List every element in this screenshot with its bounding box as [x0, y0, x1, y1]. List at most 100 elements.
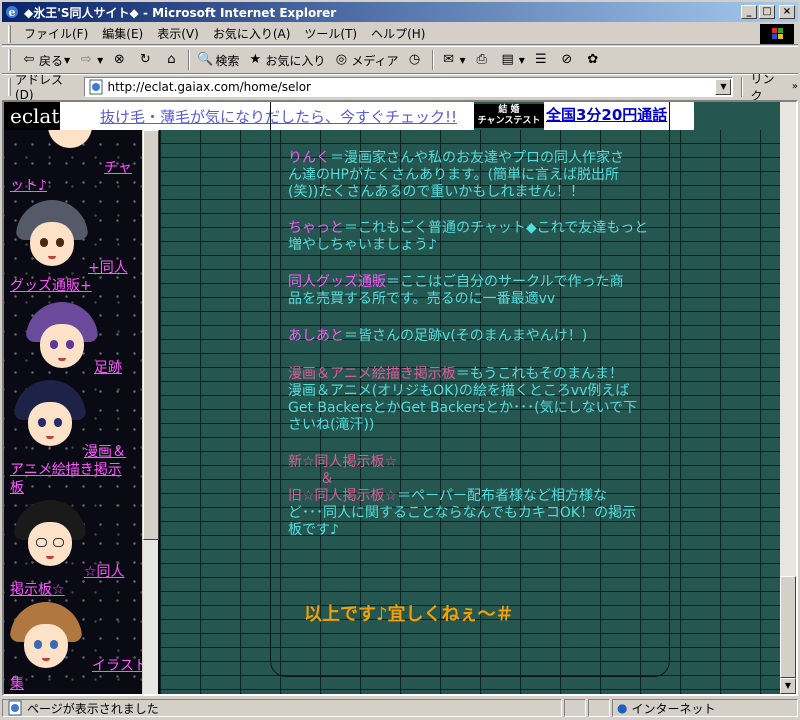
- back-label: 戻る: [39, 53, 64, 68]
- address-dropdown-icon[interactable]: ▼: [715, 78, 732, 95]
- status-secure-pane: [588, 699, 610, 717]
- home-icon: ⌂: [167, 52, 176, 67]
- term-chat[interactable]: ちゃっと: [288, 220, 344, 236]
- page-content: eclat 抜け毛・薄毛が気になりだしたら、今すぐチェック!! 結 婚 チャンス…: [2, 100, 798, 696]
- page-done-icon: [8, 700, 22, 716]
- menu-file[interactable]: ファイル(F): [17, 25, 95, 42]
- edit-button[interactable]: ▤ ▼: [496, 49, 529, 71]
- media-button[interactable]: ◎ メディア: [329, 49, 402, 71]
- forward-dropdown-icon[interactable]: ▼: [97, 56, 103, 65]
- nav-link-manga-c[interactable]: 板: [10, 480, 24, 497]
- para-links-c: (笑))たくさんあるので重いかもしれません！！: [288, 184, 584, 200]
- nav-link-chat-a[interactable]: チャ: [104, 160, 132, 177]
- term-manga-board[interactable]: 漫画＆アニメ絵描き掲示板: [288, 366, 456, 382]
- stop-icon: ⊗: [113, 52, 125, 67]
- menu-tools[interactable]: ツール(T): [297, 25, 364, 42]
- favorites-label: お気に入り: [265, 53, 326, 68]
- mail-button[interactable]: ✉ ▼: [437, 49, 470, 71]
- menu-favorites[interactable]: お気に入り(A): [206, 25, 298, 42]
- menu-grip[interactable]: [8, 24, 11, 43]
- term-goods[interactable]: 同人グッズ通販: [288, 274, 386, 290]
- address-url[interactable]: http://eclat.gaiax.com/home/selor: [107, 80, 715, 94]
- menu-help[interactable]: ヘルプ(H): [364, 25, 432, 42]
- maximize-button[interactable]: □: [759, 5, 775, 19]
- left-scroll-thumb[interactable]: [143, 130, 159, 540]
- windows-logo-icon: [760, 24, 794, 44]
- print-button[interactable]: ⎙: [470, 49, 496, 71]
- main-scroll-thumb[interactable]: [780, 576, 796, 678]
- toolbar-grip[interactable]: [8, 49, 11, 71]
- discuss-button[interactable]: ☰: [529, 49, 555, 71]
- home-button[interactable]: ⌂: [159, 49, 185, 71]
- nav-link-manga-a[interactable]: 漫画＆: [84, 444, 126, 461]
- nav-link-doujin-a[interactable]: ☆同人: [84, 564, 125, 581]
- para-doujin-b: ど･･･同人に関することならなんでもカキコOK！の掲示: [288, 505, 637, 521]
- nav-link-illust-b[interactable]: 集: [10, 676, 24, 693]
- term-new-board[interactable]: 新☆同人掲示板☆: [288, 454, 397, 470]
- links-label[interactable]: リンク: [750, 70, 785, 104]
- nav-link-chat-b[interactable]: ット♪: [10, 178, 47, 195]
- menu-view[interactable]: 表示(V): [150, 25, 206, 42]
- media-label: メディア: [351, 53, 399, 68]
- avatar-goods: [16, 200, 88, 276]
- status-message-pane: ページが表示されました: [2, 699, 562, 717]
- para-goods: 同人グッズ通販＝ここはご自分のサークルで作った商 品を売買する所です。売るのに一…: [288, 274, 658, 308]
- forward-button[interactable]: ⇨ ▼: [74, 49, 107, 71]
- minimize-button[interactable]: _: [741, 5, 757, 19]
- stop-button[interactable]: ⊗: [107, 49, 133, 71]
- browser-window: e ◆氷王'S同人サイト◆ - Microsoft Internet Explo…: [0, 0, 800, 720]
- para-doujin-a: ＝ペーパー配布者様など相方様な: [397, 488, 607, 504]
- nav-link-manga-b[interactable]: アニメ絵描き掲示: [10, 462, 122, 479]
- avatar-doujin-board: [14, 500, 86, 576]
- toolbar-separator: [431, 50, 434, 70]
- favorites-button[interactable]: ★ お気に入り: [243, 49, 329, 71]
- left-frame-scrollbar[interactable]: ▼: [142, 130, 159, 694]
- back-dropdown-icon[interactable]: ▼: [64, 56, 70, 65]
- closing-message: 以上です♪宜しくねぇ〜＃: [304, 604, 514, 625]
- address-separator: [741, 76, 744, 97]
- para-goods-a: ＝ここはご自分のサークルで作った商: [386, 274, 624, 290]
- term-old-board[interactable]: 旧☆同人掲示板☆: [288, 488, 397, 504]
- refresh-button[interactable]: ↻: [133, 49, 159, 71]
- avatar-footprints: [26, 302, 98, 378]
- para-manga-c: Get BackersとかGet Backersとか･･･(気にしないで下: [288, 400, 638, 416]
- window-title: ◆氷王'S同人サイト◆ - Microsoft Internet Explore…: [24, 5, 337, 20]
- status-zone-pane: ● インターネット: [612, 699, 798, 717]
- term-footprints[interactable]: あしあと: [288, 328, 344, 344]
- close-button[interactable]: ×: [779, 5, 795, 19]
- nav-link-goods-a[interactable]: +同人: [88, 260, 128, 277]
- main-scroll-down-icon[interactable]: ▼: [780, 678, 796, 694]
- mail-dropdown-icon[interactable]: ▼: [460, 56, 466, 65]
- messenger-button[interactable]: ✿: [581, 49, 607, 71]
- media-icon: ◎: [335, 52, 348, 67]
- term-links[interactable]: りんく: [288, 150, 330, 166]
- status-progress-pane: [564, 699, 586, 717]
- para-links-b: ん達のHPがたくさんあります。(簡単に言えば脱出所: [288, 167, 620, 183]
- research-button[interactable]: ⊘: [555, 49, 581, 71]
- page-canvas: eclat 抜け毛・薄毛が気になりだしたら、今すぐチェック!! 結 婚 チャンス…: [4, 102, 780, 694]
- left-nav-frame: チャ ット♪ +同人 グッズ通販+ 足跡 漫画＆ アニメ絵描き掲示 板 ☆同人 …: [4, 130, 160, 694]
- nav-link-footprints[interactable]: 足跡: [94, 360, 122, 377]
- address-grip[interactable]: [8, 77, 11, 96]
- term-amp: ＆: [320, 471, 334, 487]
- eclat-logo[interactable]: eclat: [4, 102, 60, 130]
- mail-icon: ✉: [443, 52, 454, 67]
- address-field[interactable]: http://eclat.gaiax.com/home/selor ▼: [84, 76, 734, 97]
- links-chevron-icon[interactable]: »: [792, 81, 798, 92]
- menu-edit[interactable]: 編集(E): [95, 25, 150, 42]
- internet-zone-icon: ●: [617, 701, 628, 715]
- para-manga-d: さいね(滝汗)): [288, 417, 375, 433]
- search-button[interactable]: 🔍 検索: [193, 49, 243, 71]
- history-button[interactable]: ◷: [403, 49, 429, 71]
- main-scrollbar[interactable]: ▼: [780, 102, 796, 694]
- nav-link-illust-a[interactable]: イラスト: [92, 658, 148, 675]
- toolbar-separator: [188, 50, 191, 70]
- discuss-icon: ☰: [535, 52, 547, 67]
- edit-dropdown-icon[interactable]: ▼: [519, 56, 525, 65]
- print-icon: ⎙: [476, 52, 487, 67]
- nav-link-doujin-b[interactable]: 掲示板☆: [10, 582, 65, 599]
- back-button[interactable]: ⇦ 戻る ▼: [17, 49, 74, 71]
- favorites-icon: ★: [249, 52, 262, 67]
- para-chat-b: 増やしちゃいましょう♪: [288, 237, 437, 253]
- nav-link-goods-b[interactable]: グッズ通販+: [10, 278, 92, 295]
